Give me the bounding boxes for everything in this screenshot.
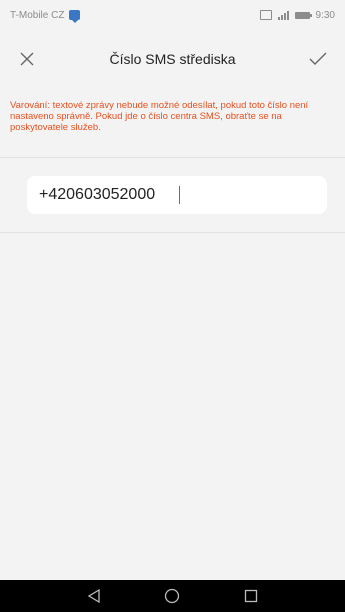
recents-square-icon [244, 589, 257, 603]
message-notification-icon [69, 10, 81, 23]
signal-icon [277, 10, 289, 20]
navigation-bar [0, 580, 345, 612]
confirm-button[interactable] [303, 44, 333, 74]
status-bar: T-Mobile CZ 9:30 [0, 0, 345, 30]
close-button[interactable] [12, 44, 42, 74]
divider [0, 157, 345, 158]
home-circle-icon [165, 588, 180, 604]
back-triangle-icon [87, 589, 100, 603]
text-cursor [179, 186, 180, 204]
status-right: 9:30 [259, 9, 335, 21]
check-icon [309, 52, 327, 65]
page-title: Číslo SMS střediska [109, 51, 236, 67]
sim-icon [259, 10, 272, 20]
carrier-name: T-Mobile CZ [10, 9, 65, 21]
sms-center-input-container[interactable] [27, 176, 327, 214]
divider [0, 232, 345, 233]
close-icon [20, 52, 34, 66]
warning-text: Varování: textové zprávy nebude možné od… [10, 100, 309, 133]
recents-button[interactable] [236, 581, 266, 611]
back-button[interactable] [79, 581, 109, 611]
app-bar: Číslo SMS střediska [0, 30, 345, 88]
home-button[interactable] [157, 581, 187, 611]
status-left: T-Mobile CZ [10, 9, 81, 23]
status-time: 9:30 [315, 9, 335, 21]
sms-center-number-input[interactable] [39, 186, 309, 204]
battery-icon [294, 11, 312, 19]
